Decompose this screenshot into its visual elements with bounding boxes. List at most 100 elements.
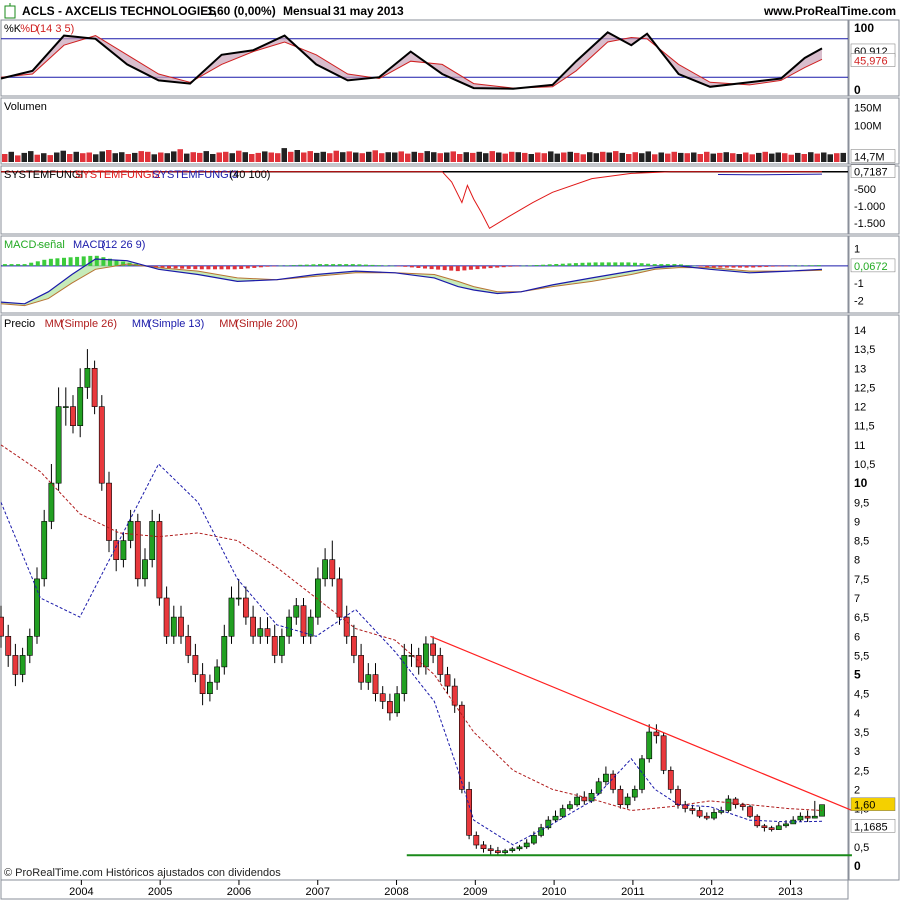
volume-bar [216, 152, 222, 162]
volume-bar [320, 151, 326, 162]
volume-bar [80, 153, 86, 162]
macd-histogram-bar [790, 265, 795, 267]
volume-bar [366, 151, 372, 162]
y-tick-label: 9,5 [854, 497, 869, 509]
volume-bar [769, 153, 775, 162]
macd-histogram-bar [600, 262, 605, 266]
volume-bar [327, 153, 333, 162]
candle-body [444, 674, 451, 687]
y-tick-label: 1 [854, 244, 860, 256]
panel-title-part: (Simple 26) [61, 318, 117, 330]
macd-histogram-bar [193, 265, 198, 270]
macd-histogram-bar [81, 256, 86, 266]
candle-body [329, 559, 336, 580]
panel-volume: Volumen 150M 100M 14,7M [0, 97, 900, 165]
candle-body [156, 521, 163, 599]
candle-body [624, 796, 631, 806]
macd-histogram-bar [698, 265, 703, 267]
volume-bar [398, 151, 404, 162]
indicator-panels: %K %D(14 3 5) 100060,91245,976Volumen 150M1… [0, 19, 900, 881]
candle-body [34, 578, 40, 637]
volume-bar [626, 154, 632, 162]
y-tick-label: 11 [854, 440, 865, 452]
volume-bar [184, 153, 190, 162]
volume-bar [353, 152, 359, 162]
macd-histogram-bar [363, 264, 368, 266]
macd-histogram-bar [810, 265, 815, 266]
panel-macd: MACD-señal MACD(12 26 9) 1-1-20,0672 [0, 235, 900, 314]
site-link[interactable]: www.ProRealTime.com [763, 4, 896, 18]
macd-histogram-bar [718, 265, 723, 268]
y-tick-label: 10 [854, 476, 868, 490]
macd-histogram-bar [508, 265, 513, 267]
macd-histogram-bar [68, 257, 73, 266]
macd-histogram-bar [285, 265, 290, 266]
x-tick-label: 2007 [305, 886, 329, 898]
x-tick-label: 2005 [148, 886, 172, 898]
volume-bar [775, 152, 781, 162]
candle-body [430, 643, 436, 656]
candle-body [502, 850, 508, 853]
macd-histogram-bar [770, 265, 775, 267]
volume-bar [561, 152, 567, 162]
macd-histogram-bar [75, 256, 80, 266]
footer-credit: © ProRealTime.com Históricos ajustados c… [4, 867, 281, 879]
macd-histogram-bar [35, 261, 40, 266]
y-tick-label: 0 [854, 83, 861, 97]
ticker-title: ACLS - AXCELIS TECHNOLOGIES [22, 4, 216, 18]
x-tick-label: 2010 [542, 886, 566, 898]
volume-bar [801, 154, 807, 162]
candle-body [243, 597, 249, 618]
volume-bar [21, 152, 27, 162]
candle-body [106, 482, 112, 541]
volume-bar [151, 154, 157, 162]
volume-bar [574, 152, 580, 162]
price-last-value: 1,60 [854, 800, 875, 812]
candle-body [386, 701, 393, 714]
candle-body [192, 655, 199, 675]
macd-histogram-bar [633, 262, 637, 266]
volume-bar [450, 151, 456, 162]
x-tick-label: 2011 [621, 886, 645, 898]
y-tick-label: 2,5 [854, 765, 869, 777]
candle-body [711, 812, 717, 819]
y-tick-label: 0,5 [854, 842, 869, 854]
candle-body [293, 605, 300, 618]
volume-value: 14,7M [854, 152, 885, 164]
y-tick-label: 8,5 [854, 536, 869, 548]
volume-bar [834, 153, 840, 162]
y-tick-label: 3,5 [854, 727, 869, 739]
candle-body [437, 655, 444, 675]
panel-title-part: (14 3 5) [36, 23, 74, 35]
volume-bar [756, 152, 762, 162]
macd-histogram-bar [521, 265, 526, 267]
systemfungi3-line [717, 173, 823, 176]
y-tick-label: 14 [854, 325, 866, 337]
volume-bar [34, 154, 40, 162]
macd-histogram-bar [252, 265, 257, 268]
macd-histogram-bar [429, 265, 434, 270]
macd-histogram-bar [239, 265, 244, 269]
volume-bar [795, 152, 801, 162]
macd-histogram-bar [462, 265, 467, 271]
volume-bar [535, 152, 541, 162]
candle-body [235, 597, 242, 600]
candle-body [725, 798, 732, 811]
candle-body [19, 655, 26, 675]
macd-histogram-bar [468, 265, 473, 270]
candle-body [0, 616, 4, 637]
macd-histogram-bar [626, 262, 631, 266]
macd-histogram-bar [646, 263, 651, 266]
candle-body [207, 681, 213, 695]
volume-bar [249, 154, 255, 162]
y-tick-label: 8 [854, 555, 860, 567]
macd-histogram-bar [245, 265, 250, 269]
volume-title: Volumen [4, 101, 47, 113]
macd-histogram-bar [396, 265, 401, 267]
volume-bar [132, 152, 138, 162]
y-tick-label: 3 [854, 746, 860, 758]
candle-body [639, 758, 645, 790]
macd-histogram-bar [403, 265, 408, 267]
macd-histogram-bar [744, 265, 749, 268]
header-candle-icon [4, 5, 16, 19]
